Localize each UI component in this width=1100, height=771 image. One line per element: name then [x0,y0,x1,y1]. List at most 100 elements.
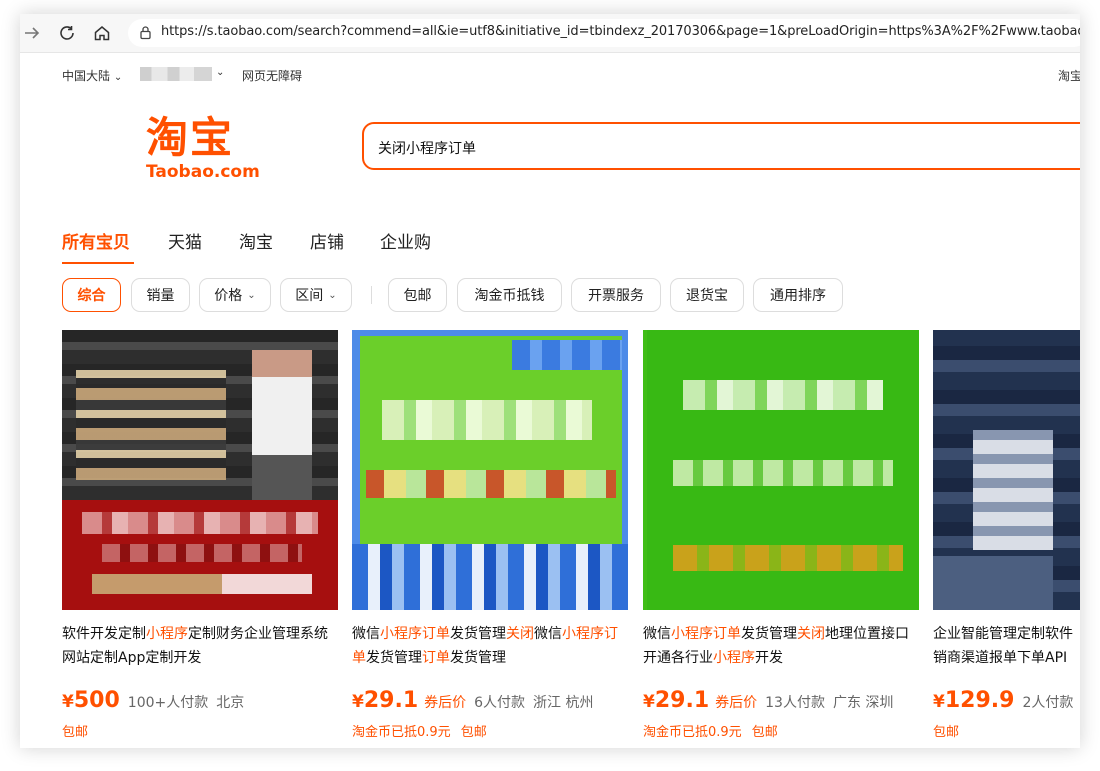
logo-en: Taobao.com [146,162,260,182]
filter-label: 综合 [77,288,106,304]
currency-symbol: ¥ [62,692,74,712]
filter-comprehensive[interactable]: 综合 [62,278,121,312]
filter-free-shipping[interactable]: 包邮 [388,278,447,312]
price-value: 500 [73,688,120,713]
filter-label: 价格 [214,288,243,304]
address-bar[interactable]: https://s.taobao.com/search?commend=all&… [128,19,1080,47]
sales-count: 2人付款 [1022,695,1074,711]
filter-price[interactable]: 价格 ⌄ [199,278,271,312]
currency-symbol: ¥ [933,692,945,712]
product-image[interactable] [643,330,919,610]
title-part: 开发 [755,650,783,666]
title-part: 销商渠道报单下单API [933,650,1068,666]
price-value: 29.1 [363,688,419,713]
title-highlight: 小程序 [713,650,755,666]
title-part: 微信 [352,626,380,642]
title-highlight: 小程序订单 [380,626,450,642]
title-part: 发货管理 [450,626,506,642]
tab-all-items[interactable]: 所有宝贝 [62,228,130,253]
product-card[interactable]: 软件开发定制小程序定制财务企业管理系统网站定制App定制开发 ¥500 100+… [62,330,338,748]
product-tags: 包邮 [933,721,959,740]
title-part: 微信 [534,626,562,642]
region-selector[interactable]: 中国大陆 ⌄ [62,67,122,84]
product-title[interactable]: 软件开发定制小程序定制财务企业管理系统网站定制App定制开发 [62,622,332,670]
filter-label: 退货宝 [686,288,728,304]
product-tags: 淘金币已抵0.9元 包邮 [643,721,778,740]
url-text: https://s.taobao.com/search?commend=all&… [161,24,1080,39]
filter-return[interactable]: 退货宝 [670,278,744,312]
filter-divider [371,286,372,304]
filter-invoice[interactable]: 开票服务 [571,278,661,312]
tab-enterprise[interactable]: 企业购 [380,228,431,253]
product-title[interactable]: 微信小程序订单发货管理关闭微信小程序订单发货管理订单发货管理 [352,622,622,670]
price-value: 29.1 [654,688,710,713]
accessibility-link[interactable]: 网页无障碍 [242,67,302,84]
filter-sales[interactable]: 销量 [131,278,190,312]
location: 广东 深圳 [832,695,894,711]
filter-sort[interactable]: 通用排序 [753,278,843,312]
product-price: ¥29.1 [352,688,418,713]
chevron-down-icon: ⌄ [328,289,337,301]
tag-coins: 淘金币已抵0.9元 [352,725,451,740]
chevron-down-icon: ⌄ [113,72,123,83]
search-input[interactable]: 关闭小程序订单 [362,122,1080,170]
filter-label: 销量 [146,288,175,304]
product-card[interactable]: 微信小程序订单发货管理关闭地理位置接口开通各行业小程序开发 ¥29.1 券后价 … [643,330,919,748]
product-price: ¥129.9 [933,688,1014,713]
topbar-right-link[interactable]: 淘宝 [1058,67,1080,84]
tag-free-shipping: 包邮 [62,725,89,740]
price-row: ¥500 100+人付款 北京 [62,688,244,716]
site-topbar: 中国大陆 ⌄ ⌄ 网页无障碍 淘宝 [20,54,1080,94]
product-price: ¥29.1 [643,688,709,713]
title-part: 企业智能管理定制软件 [933,626,1073,642]
product-card[interactable]: 微信小程序订单发货管理关闭微信小程序订单发货管理订单发货管理 ¥29.1 券后价… [352,330,628,748]
search-query: 关闭小程序订单 [378,141,476,157]
product-title[interactable]: 微信小程序订单发货管理关闭地理位置接口开通各行业小程序开发 [643,622,913,670]
title-highlight: 订单 [422,650,450,666]
sales-count: 100+人付款 [127,695,209,711]
product-image[interactable] [62,330,338,610]
product-title[interactable]: 企业智能管理定制软件 销商渠道报单下单API [933,622,1080,670]
tag-free-shipping: 包邮 [751,725,778,740]
title-part: 软件开发定制 [62,626,146,642]
username-blurred[interactable] [140,67,212,81]
home-icon[interactable] [92,23,112,43]
location: 北京 [216,695,245,711]
filter-label: 包邮 [403,288,432,304]
title-part: 发货管理 [741,626,797,642]
coupon-label: 券后价 [424,695,467,711]
title-part: 发货管理 [366,650,422,666]
title-highlight: 关闭 [797,626,825,642]
filter-label: 区间 [295,288,324,304]
filter-coins[interactable]: 淘金币抵钱 [457,278,562,312]
refresh-icon[interactable] [57,23,77,43]
tab-shops[interactable]: 店铺 [310,228,344,253]
chevron-down-icon[interactable]: ⌄ [216,67,224,78]
tag-free-shipping: 包邮 [933,725,960,740]
logo-cn: 淘宝 [146,113,235,162]
taobao-logo[interactable]: 淘宝 Taobao.com [146,113,266,183]
forward-icon[interactable] [22,23,42,43]
sales-count: 6人付款 [474,695,526,711]
product-tags: 包邮 [62,721,88,740]
sales-count: 13人付款 [765,695,825,711]
filter-label: 开票服务 [588,288,644,304]
product-card[interactable]: 企业智能管理定制软件 销商渠道报单下单API ¥129.9 2人付款 广 包邮 [933,330,1080,748]
product-tags: 淘金币已抵0.9元 包邮 [352,721,487,740]
filter-range[interactable]: 区间 ⌄ [280,278,352,312]
site-info-icon[interactable] [138,25,153,44]
price-value: 129.9 [944,688,1015,713]
coupon-label: 券后价 [715,695,758,711]
product-image[interactable] [352,330,628,610]
title-highlight: 小程序订单 [671,626,741,642]
tab-taobao[interactable]: 淘宝 [239,228,273,253]
filter-label: 淘金币抵钱 [474,288,545,304]
title-part: 微信 [643,626,671,642]
product-image[interactable] [933,330,1080,610]
title-highlight: 关闭 [506,626,534,642]
browser-window: https://s.taobao.com/search?commend=all&… [20,14,1080,748]
tab-tmall[interactable]: 天猫 [168,228,202,253]
currency-symbol: ¥ [643,692,655,712]
title-part: 发货管理 [450,650,506,666]
region-label: 中国大陆 [62,69,111,83]
